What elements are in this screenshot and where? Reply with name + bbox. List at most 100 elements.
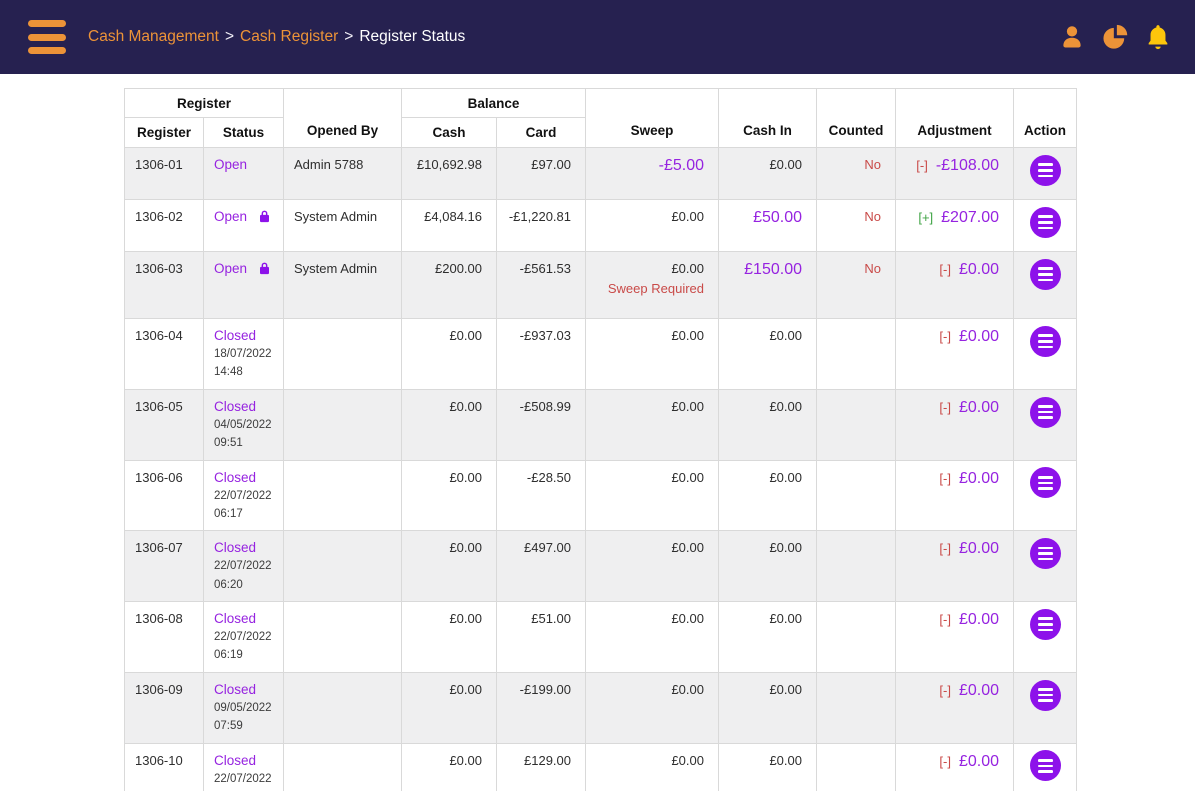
- counted-flag: No: [817, 148, 896, 200]
- table-row: 1306-01 Open Admin 5788 £10,692.98 £97.0…: [125, 148, 1077, 200]
- adjustment-sign: [-]: [939, 754, 951, 769]
- row-actions-button[interactable]: [1030, 680, 1061, 711]
- counted-flag: No: [817, 200, 896, 252]
- opened-by-value: [284, 389, 402, 460]
- register-id: 1306-10: [125, 743, 204, 791]
- sweep-value: -£5.00: [596, 157, 704, 175]
- adjustment-amount: -£108.00: [936, 157, 999, 174]
- table-row: 1306-10 Closed 22/07/2022 06:18 £0.00 £1…: [125, 743, 1077, 791]
- adjustment-amount: £207.00: [941, 209, 999, 226]
- row-actions-button[interactable]: [1030, 538, 1061, 569]
- cash-in-value: £0.00: [719, 319, 817, 390]
- adjustment-amount: £0.00: [959, 611, 999, 628]
- column-header-status: Status: [204, 118, 284, 148]
- adjustment-amount: £0.00: [959, 753, 999, 770]
- cash-in-value: £150.00: [719, 252, 817, 319]
- sweep-value: £0.00: [596, 261, 704, 276]
- column-header-counted: Counted: [817, 89, 896, 148]
- breadcrumb-cash-management[interactable]: Cash Management: [88, 28, 219, 46]
- counted-flag: [817, 672, 896, 743]
- counted-flag: [817, 743, 896, 791]
- cash-in-value: £0.00: [719, 743, 817, 791]
- pie-chart-icon[interactable]: [1100, 22, 1130, 52]
- cash-balance-value: £0.00: [402, 389, 497, 460]
- counted-flag: [817, 460, 896, 531]
- closed-date: 22/07/2022: [214, 559, 273, 573]
- status-label: Open: [214, 157, 247, 172]
- table-row: 1306-08 Closed 22/07/2022 06:19 £0.00 £5…: [125, 602, 1077, 673]
- adjustment-amount: £0.00: [959, 328, 999, 345]
- status-label: Open: [214, 209, 247, 224]
- card-balance-value: £51.00: [497, 602, 586, 673]
- breadcrumb-separator: >: [344, 28, 353, 46]
- adjustment-amount: £0.00: [959, 470, 999, 487]
- register-id: 1306-05: [125, 389, 204, 460]
- closed-date: 18/07/2022: [214, 347, 273, 361]
- page-title: Register Status: [359, 28, 465, 46]
- cash-balance-value: £200.00: [402, 252, 497, 319]
- adjustment-amount: £0.00: [959, 399, 999, 416]
- column-header-action: Action: [1014, 89, 1077, 148]
- breadcrumb-separator: >: [225, 28, 234, 46]
- row-actions-button[interactable]: [1030, 609, 1061, 640]
- cash-balance-value: £0.00: [402, 602, 497, 673]
- row-actions-button[interactable]: [1030, 259, 1061, 290]
- bell-icon[interactable]: [1143, 22, 1173, 52]
- register-id: 1306-08: [125, 602, 204, 673]
- register-id: 1306-06: [125, 460, 204, 531]
- opened-by-value: System Admin: [284, 200, 402, 252]
- cash-balance-value: £0.00: [402, 460, 497, 531]
- column-header-cash-in: Cash In: [719, 89, 817, 148]
- status-label: Closed: [214, 328, 256, 343]
- sweep-required-note: Sweep Required: [596, 281, 704, 296]
- cash-in-value: £0.00: [719, 531, 817, 602]
- cash-in-value: £0.00: [719, 672, 817, 743]
- cash-balance-value: £4,084.16: [402, 200, 497, 252]
- register-id: 1306-03: [125, 252, 204, 319]
- counted-flag: [817, 389, 896, 460]
- table-row: 1306-03 Open System Admin £200.00 -£561.…: [125, 252, 1077, 319]
- row-actions-button[interactable]: [1030, 155, 1061, 186]
- row-actions-button[interactable]: [1030, 326, 1061, 357]
- cash-in-value: £0.00: [719, 602, 817, 673]
- adjustment-sign: [-]: [939, 329, 951, 344]
- card-balance-value: -£561.53: [497, 252, 586, 319]
- row-actions-button[interactable]: [1030, 467, 1061, 498]
- register-id: 1306-09: [125, 672, 204, 743]
- closed-date: 22/07/2022: [214, 630, 273, 644]
- cash-balance-value: £0.00: [402, 531, 497, 602]
- adjustment-sign: [-]: [939, 471, 951, 486]
- status-label: Closed: [214, 470, 256, 485]
- adjustment-sign: [-]: [939, 541, 951, 556]
- cash-balance-value: £10,692.98: [402, 148, 497, 200]
- adjustment-sign: [-]: [939, 262, 951, 277]
- column-header-cash: Cash: [402, 118, 497, 148]
- cash-in-value: £0.00: [719, 460, 817, 531]
- opened-by-value: System Admin: [284, 252, 402, 319]
- card-balance-value: £97.00: [497, 148, 586, 200]
- status-label: Open: [214, 261, 247, 276]
- status-label: Closed: [214, 611, 256, 626]
- row-actions-button[interactable]: [1030, 207, 1061, 238]
- cash-balance-value: £0.00: [402, 319, 497, 390]
- adjustment-amount: £0.00: [959, 261, 999, 278]
- adjustment-sign: [-]: [916, 158, 928, 173]
- breadcrumb-cash-register[interactable]: Cash Register: [240, 28, 338, 46]
- top-navbar: Cash Management > Cash Register > Regist…: [0, 0, 1195, 74]
- card-balance-value: -£937.03: [497, 319, 586, 390]
- row-actions-button[interactable]: [1030, 397, 1061, 428]
- row-actions-button[interactable]: [1030, 750, 1061, 781]
- closed-time: 14:48: [214, 365, 273, 379]
- table-row: 1306-02 Open System Admin £4,084.16 -£1,…: [125, 200, 1077, 252]
- register-status-page: Register Opened By Balance Sweep Cash In…: [0, 74, 1195, 791]
- register-id: 1306-04: [125, 319, 204, 390]
- register-id: 1306-07: [125, 531, 204, 602]
- menu-icon[interactable]: [28, 20, 66, 54]
- user-icon[interactable]: [1057, 22, 1087, 52]
- card-balance-value: -£199.00: [497, 672, 586, 743]
- opened-by-value: Admin 5788: [284, 148, 402, 200]
- closed-time: 09:51: [214, 436, 273, 450]
- closed-date: 22/07/2022: [214, 489, 273, 503]
- closed-date: 04/05/2022: [214, 418, 273, 432]
- adjustment-sign: [-]: [939, 612, 951, 627]
